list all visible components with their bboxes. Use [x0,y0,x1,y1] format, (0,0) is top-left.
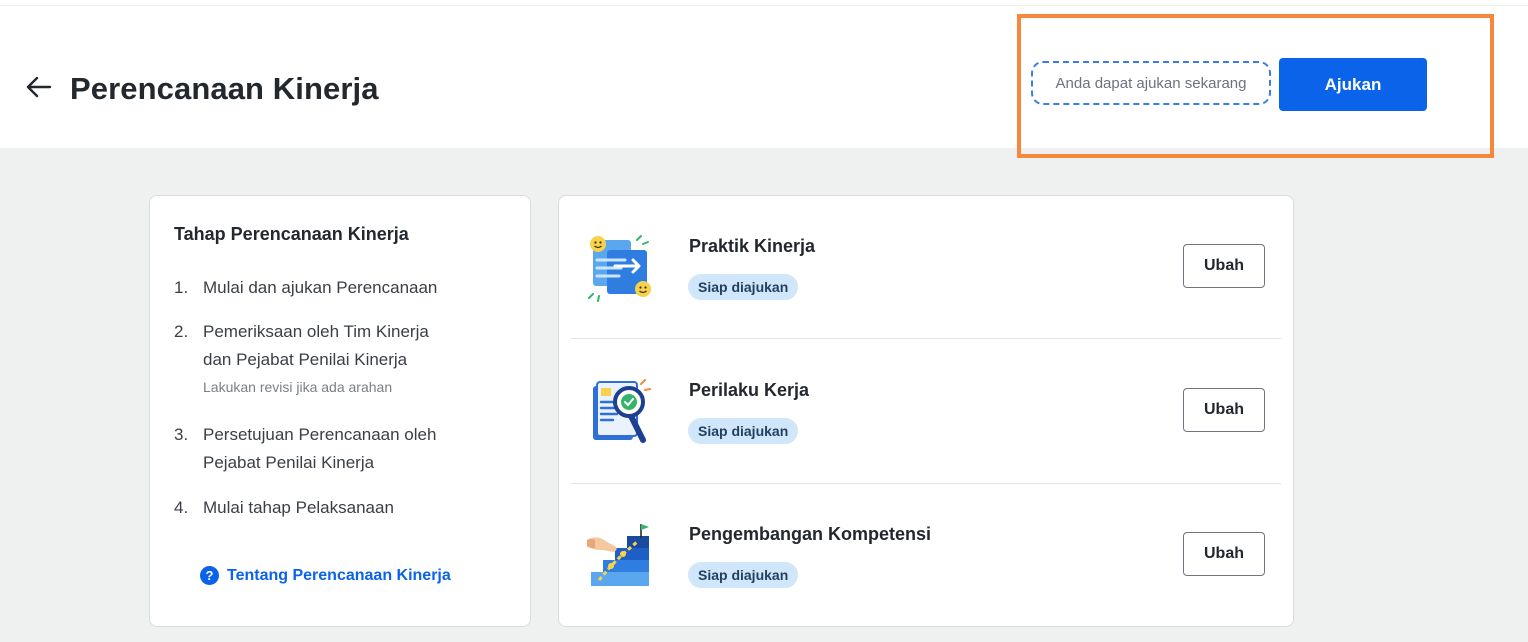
step-note: Lakukan revisi jika ada arahan [203,379,393,395]
step-item: 2. Pemeriksaan oleh Tim Kinerja dan Peja… [174,318,429,398]
about-link-label: Tentang Perencanaan Kinerja [227,566,451,584]
submit-hint: Anda dapat ajukan sekarang [1031,61,1271,105]
about-planning-link[interactable]: ? Tentang Perencanaan Kinerja [200,566,451,585]
planning-items-card: Praktik Kinerja Siap diajukan Ubah Peril… [558,195,1294,627]
help-circle-icon: ? [200,566,219,585]
item-divider [571,338,1281,339]
step-text: Mulai tahap Pelaksanaan [203,498,394,517]
item-title: Praktik Kinerja [689,236,816,256]
step-item: 1. Mulai dan ajukan Perencanaan [174,274,437,302]
step-text: Persetujuan Perencanaan oleh [203,425,437,444]
planning-item-praktik-kinerja: Praktik Kinerja Siap diajukan Ubah [559,196,1295,340]
step-text: Mulai dan ajukan Perencanaan [203,278,438,297]
behavior-review-illustration-icon [593,379,651,443]
planning-item-pengembangan-kompetensi: Pengembangan Kompetensi Siap diajukan Ub… [559,484,1295,628]
step-text: dan Pejabat Penilai Kinerja [203,350,408,369]
step-number: 4. [174,498,189,517]
status-badge: Siap diajukan [688,562,799,588]
item-title: Perilaku Kerja [689,380,810,400]
steps-title: Tahap Perencanaan Kinerja [174,224,409,244]
step-item: 4. Mulai tahap Pelaksanaan [174,494,394,522]
edit-perilaku-kerja-button[interactable]: Ubah [1183,388,1265,432]
arrow-left-icon [26,76,52,98]
page-title: Perencanaan Kinerja [70,71,379,106]
edit-praktik-kinerja-button[interactable]: Ubah [1183,244,1265,288]
step-text: Pemeriksaan oleh Tim Kinerja [203,322,429,341]
status-badge: Siap diajukan [688,418,799,444]
steps-card: Tahap Perencanaan Kinerja 1. Mulai dan a… [149,195,531,627]
back-button[interactable] [24,72,54,102]
step-number: 2. [174,322,189,341]
step-number: 3. [174,425,189,444]
step-text: Pejabat Penilai Kinerja [203,453,375,472]
item-title: Pengembangan Kompetensi [689,524,932,544]
step-item: 3. Persetujuan Perencanaan oleh Pejabat … [174,421,436,477]
step-number: 1. [174,278,189,297]
practice-illustration-icon [588,235,651,302]
status-badge: Siap diajukan [688,274,799,300]
competency-stairs-illustration-icon [587,524,649,586]
edit-pengembangan-kompetensi-button[interactable]: Ubah [1183,532,1265,576]
planning-item-perilaku-kerja: Perilaku Kerja Siap diajukan Ubah [559,340,1295,484]
submit-button[interactable]: Ajukan [1279,58,1427,111]
